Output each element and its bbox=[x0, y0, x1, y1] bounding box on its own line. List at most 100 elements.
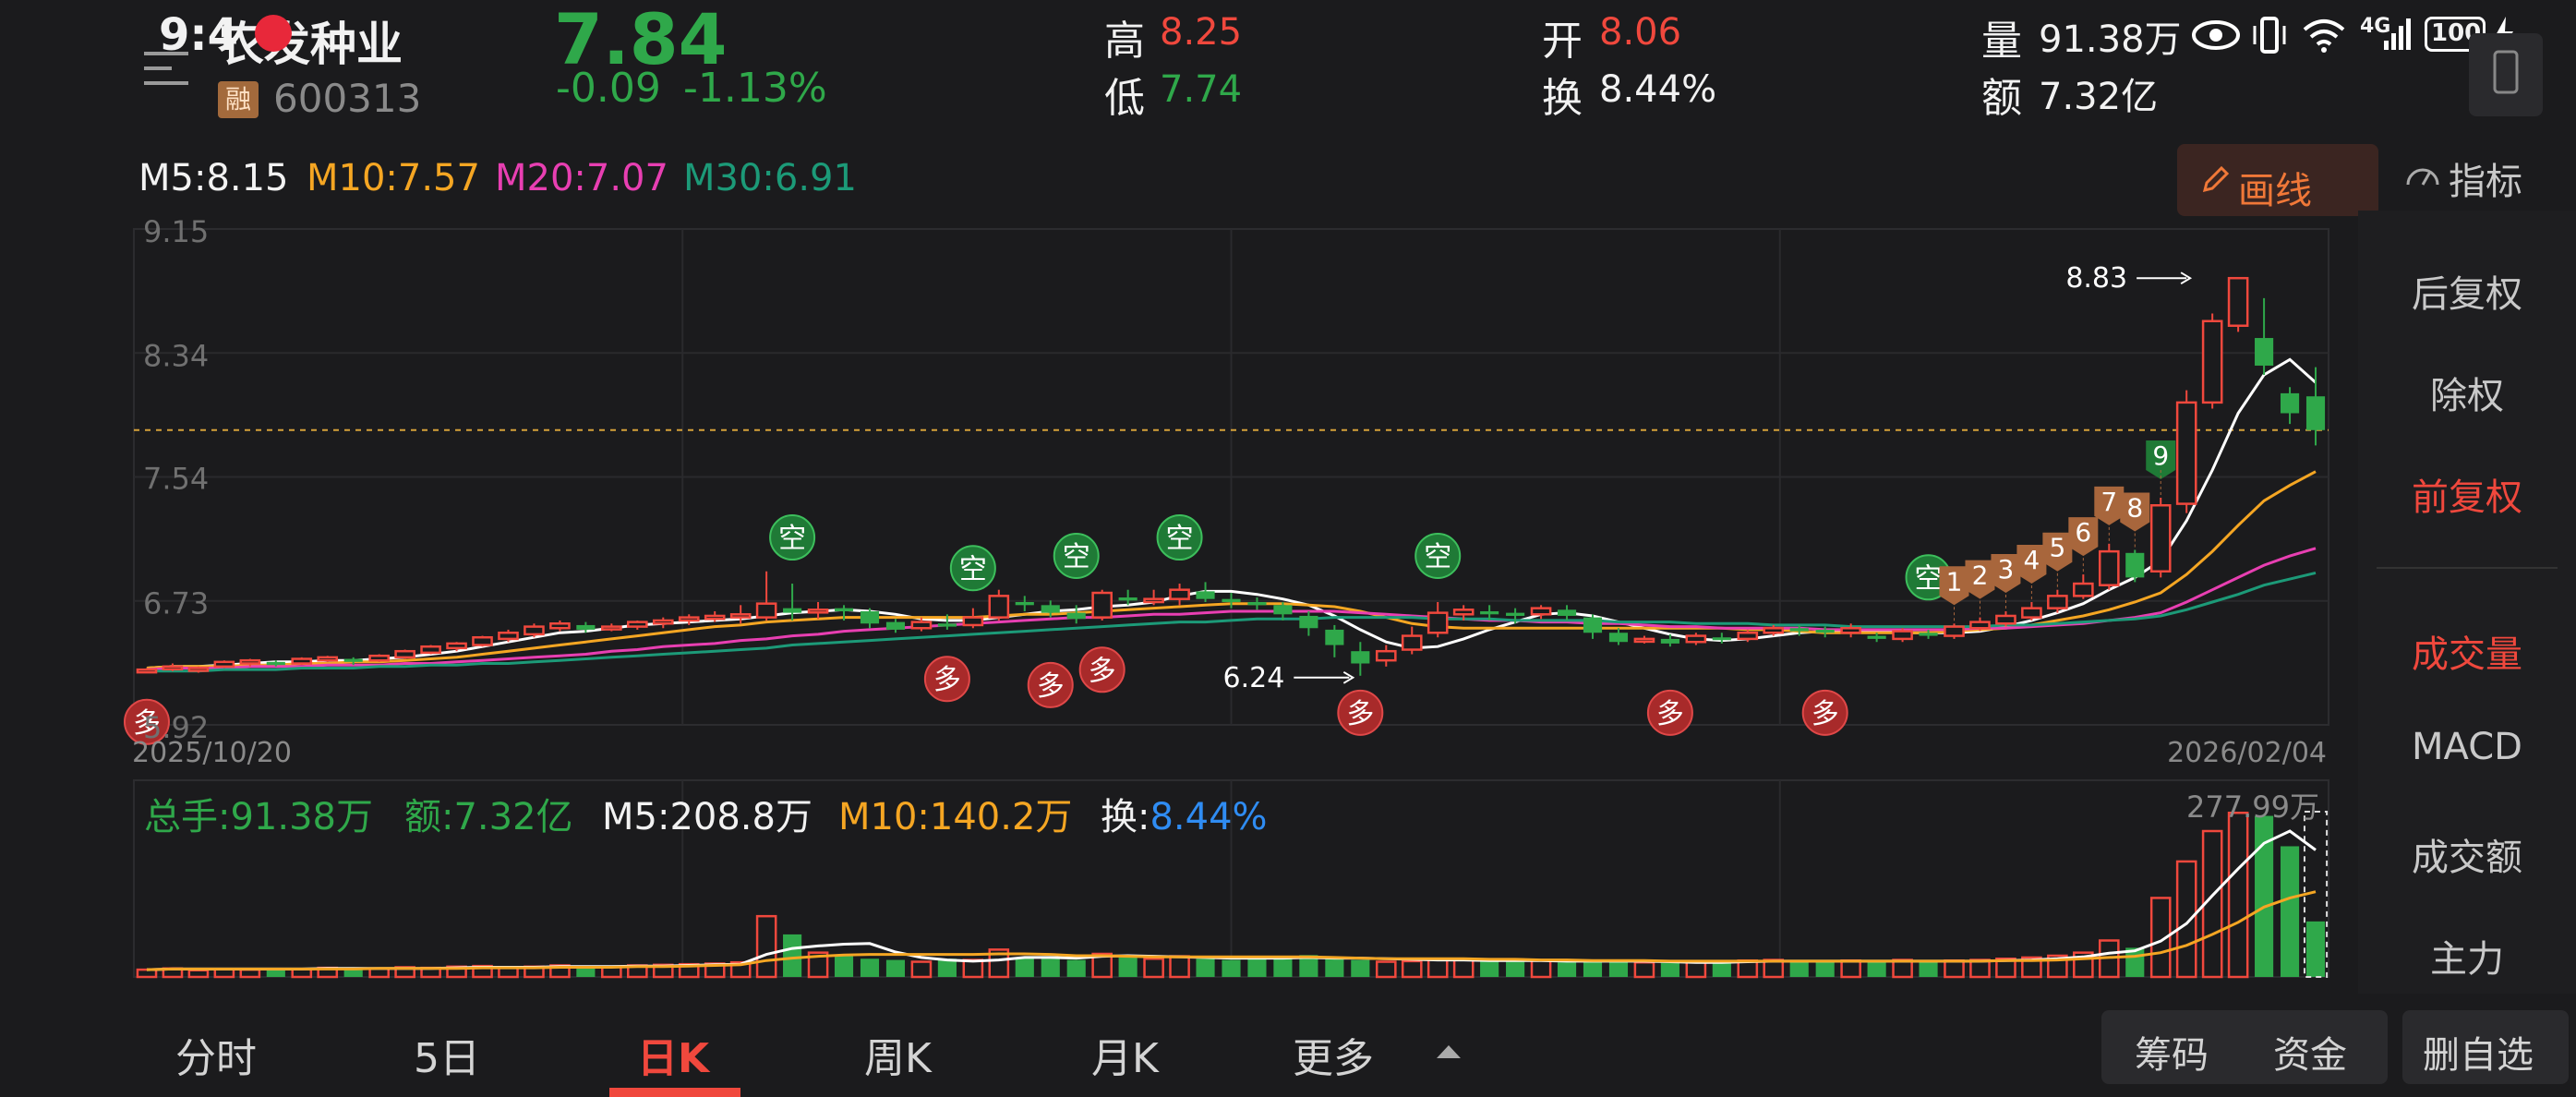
volume-bar bbox=[1247, 958, 1267, 977]
candle-body bbox=[1299, 615, 1318, 629]
eye-icon bbox=[2192, 17, 2240, 57]
sequence-label: 7 bbox=[2101, 487, 2117, 517]
price-change: -0.09 bbox=[556, 65, 661, 112]
volume-bar bbox=[1867, 961, 1886, 977]
tab-more[interactable]: 更多 bbox=[1293, 1025, 1374, 1084]
y-tick-label: 8.34 bbox=[143, 339, 209, 374]
short-signal-label: 空 bbox=[1915, 562, 1943, 595]
volume-label: 量 bbox=[1981, 18, 2022, 65]
candle-body bbox=[704, 614, 726, 621]
candle-body bbox=[860, 610, 880, 624]
volume-bar bbox=[1944, 958, 1965, 979]
phone-layout-button[interactable] bbox=[2469, 33, 2543, 116]
candle-body bbox=[1763, 627, 1785, 634]
sidebar-item-forward-adjusted[interactable]: 前复权 bbox=[2358, 467, 2576, 521]
wifi-icon bbox=[2301, 17, 2347, 57]
candle-body bbox=[1840, 627, 1861, 634]
active-tab-indicator bbox=[609, 1088, 740, 1097]
candle-body bbox=[2073, 582, 2094, 597]
volume-bar bbox=[187, 969, 210, 979]
candle-body bbox=[368, 654, 390, 662]
volume-bar bbox=[885, 959, 906, 977]
candle-body bbox=[1375, 649, 1397, 662]
volume-bar bbox=[2280, 846, 2300, 977]
tab-daily-k[interactable]: 日K bbox=[637, 1025, 709, 1084]
volume-bar bbox=[1919, 960, 1938, 977]
candle-body bbox=[988, 595, 1010, 619]
candle-body bbox=[1557, 609, 1577, 616]
low-value: 7.74 bbox=[1160, 68, 1243, 111]
candle-body bbox=[2227, 276, 2249, 327]
candle-body bbox=[2047, 595, 2068, 609]
sequence-label: 1 bbox=[1946, 566, 1963, 597]
volume-bar bbox=[1273, 957, 1293, 977]
candle-body bbox=[910, 621, 933, 630]
remove-watchlist-label: 删自选 bbox=[2423, 1034, 2534, 1077]
sidebar-item-main-force[interactable]: 主力 bbox=[2358, 929, 2576, 982]
candle-body bbox=[549, 622, 571, 630]
sidebar-item-amount[interactable]: 成交额 bbox=[2358, 827, 2576, 881]
ma30-legend: M30:6.91 bbox=[683, 157, 857, 199]
volume-bar bbox=[1608, 960, 1629, 977]
caret-up-icon[interactable] bbox=[1435, 1042, 1463, 1064]
chips-button[interactable]: 筹码 bbox=[2135, 1025, 2209, 1079]
sidebar-item-back-adjusted[interactable]: 后复权 bbox=[2358, 264, 2576, 318]
candle-body bbox=[213, 660, 235, 669]
sequence-label: 4 bbox=[2023, 545, 2040, 575]
tab-intraday[interactable]: 分时 bbox=[175, 1025, 257, 1084]
draw-line-button[interactable]: 画线 bbox=[2177, 144, 2378, 216]
candle-body bbox=[1608, 633, 1629, 643]
chart-labels: 9.158.347.546.735.928.836.242025/10/20 20… bbox=[132, 214, 2327, 825]
candle-body bbox=[1401, 634, 1423, 651]
amount-value: 7.32亿 bbox=[2039, 76, 2159, 118]
candle-body bbox=[2098, 549, 2120, 586]
volume-ma10-legend: M10:140.2万 bbox=[838, 796, 1073, 838]
signal-icon bbox=[2384, 15, 2412, 55]
short-signal-label: 空 bbox=[778, 523, 806, 555]
candle-body bbox=[1685, 634, 1707, 644]
volume-turnover-legend: 换:8.44% bbox=[1101, 787, 1268, 840]
funds-button[interactable]: 资金 bbox=[2273, 1025, 2347, 1079]
sequence-label: 5 bbox=[2049, 533, 2065, 563]
volume-bar bbox=[1840, 958, 1861, 979]
candle-body bbox=[1480, 610, 1499, 615]
remove-watchlist-button[interactable]: 删自选 bbox=[2402, 1010, 2569, 1084]
volume-ma5-legend: M5:208.8万 bbox=[602, 796, 813, 838]
tab-monthly-k[interactable]: 月K bbox=[1091, 1025, 1159, 1084]
sidebar-item-ex-rights[interactable]: 除权 bbox=[2358, 366, 2576, 419]
volume-turnover-label: 换: bbox=[1101, 796, 1150, 838]
short-signal-label: 空 bbox=[1063, 541, 1090, 573]
volume-bar bbox=[1530, 958, 1552, 979]
sidebar-item-volume[interactable]: 成交量 bbox=[2358, 624, 2576, 678]
candle-body bbox=[343, 658, 363, 662]
volume-bar bbox=[1789, 960, 1809, 977]
x-start-label: 2025/10/20 bbox=[132, 737, 292, 769]
candle-body bbox=[266, 661, 285, 666]
candle-body bbox=[2201, 319, 2223, 404]
candle-body bbox=[1530, 607, 1552, 616]
candle-body bbox=[498, 631, 519, 641]
candle-body bbox=[1815, 629, 1835, 633]
candle-body bbox=[652, 619, 674, 625]
tab-5day[interactable]: 5日 bbox=[414, 1025, 480, 1084]
volume-amount-legend: 额:7.32亿 bbox=[404, 787, 573, 840]
candle-body bbox=[626, 621, 648, 628]
volume-bar bbox=[1015, 957, 1034, 977]
candle-body bbox=[783, 608, 802, 613]
candle-body bbox=[239, 658, 261, 665]
volume-bar bbox=[1118, 957, 1138, 977]
kline-chart[interactable]: 空空 空空空空多多多多多多多1 2 3 4 567 89 9.158.347.546.735… bbox=[0, 212, 2358, 1007]
sidebar-item-macd[interactable]: MACD bbox=[2358, 726, 2576, 768]
tab-weekly-k[interactable]: 周K bbox=[864, 1025, 932, 1084]
turnover-label: 换 bbox=[1542, 75, 1583, 122]
volume-bar bbox=[1196, 958, 1215, 977]
volume-total-value: 91.38万 bbox=[230, 796, 373, 838]
high-label: 高 bbox=[1104, 18, 1145, 65]
candle-body bbox=[885, 621, 906, 630]
candle-body bbox=[1091, 591, 1113, 619]
candle-body bbox=[2255, 338, 2274, 366]
volume-bar bbox=[1480, 960, 1499, 977]
candle-body bbox=[937, 623, 957, 627]
candle-body bbox=[291, 657, 313, 665]
volume-bar bbox=[834, 955, 854, 977]
